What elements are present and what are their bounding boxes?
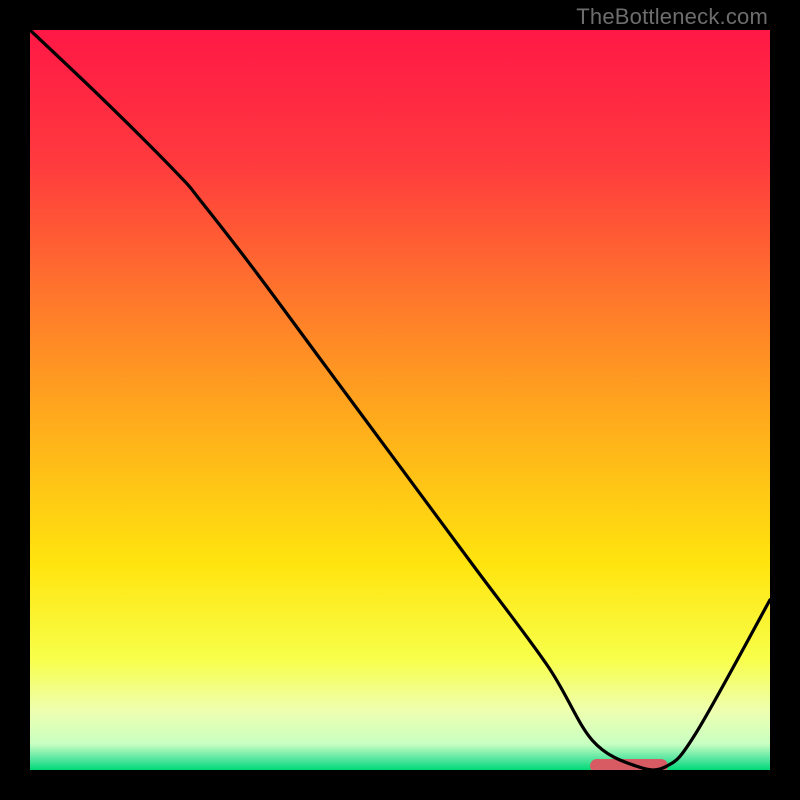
watermark-text: TheBottleneck.com [576,4,768,30]
chart-frame: TheBottleneck.com [0,0,800,800]
plot-area [30,30,770,770]
bottleneck-curve [30,30,770,770]
